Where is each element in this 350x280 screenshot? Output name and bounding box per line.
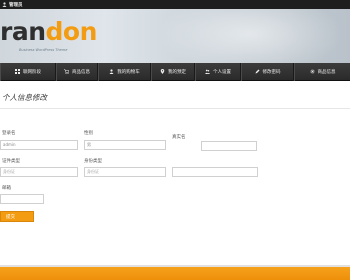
real-name-input[interactable] — [201, 141, 257, 151]
nav-item-7[interactable]: 商品信息 — [294, 63, 350, 81]
real-name-label: 真实名 — [172, 135, 186, 140]
identity-type-label: 身份类型 — [84, 159, 102, 164]
logo-text-part2: don — [45, 17, 98, 46]
email-input[interactable] — [0, 194, 44, 204]
gender-input[interactable]: 男 — [84, 140, 166, 150]
submit-button[interactable]: 提交 — [0, 211, 34, 222]
nav-item-label: 个人设置 — [213, 70, 231, 75]
id-type-label: 证件类型 — [2, 159, 20, 164]
nav-item-3[interactable]: 我的购物车 — [98, 63, 151, 81]
people-icon — [205, 69, 210, 76]
admin-link[interactable]: 管理员 — [9, 2, 23, 8]
nav-item-label: 我的购物车 — [117, 70, 140, 75]
gender-label: 性别 — [84, 131, 93, 136]
nav-item-1[interactable]: 联网阶段 — [0, 63, 56, 81]
grid-icon — [15, 68, 20, 76]
nav-item-label: 商品信息 — [317, 70, 336, 75]
id-type-input[interactable]: 身份证 — [0, 167, 78, 177]
user-icon — [109, 68, 114, 76]
logo-text-part1: ran — [0, 17, 46, 46]
nav-item-5[interactable]: 个人设置 — [195, 63, 241, 81]
identity-type-input[interactable]: 身份证 — [84, 167, 166, 177]
main-nav: 联网阶段 商品信息 我的购物车 我的预定 个人设置 修改密码 商品信息 — [0, 63, 350, 81]
user-icon — [2, 2, 7, 7]
cart-icon — [64, 68, 70, 76]
nav-item-6[interactable]: 修改密码 — [241, 63, 294, 81]
pin-icon — [160, 68, 165, 76]
page-title: 个人信息修改 — [2, 93, 47, 102]
top-bar: 管理员 — [0, 0, 350, 9]
email-label: 邮箱 — [2, 186, 11, 191]
gear-icon — [310, 69, 315, 76]
nav-item-label: 联网阶段 — [23, 70, 41, 75]
nav-item-label: 修改密码 — [262, 70, 281, 75]
banner-shine — [150, 9, 350, 63]
pencil-icon — [255, 69, 260, 76]
header-banner: ran don Business WordPress Theme — [0, 9, 350, 63]
title-divider — [0, 108, 350, 109]
nav-item-4[interactable]: 我的预定 — [151, 63, 195, 81]
nav-item-label: 我的预定 — [168, 70, 186, 75]
logo[interactable]: ran don Business WordPress Theme — [0, 18, 97, 58]
nav-item-label: 商品信息 — [72, 70, 90, 75]
nav-item-2[interactable]: 商品信息 — [56, 63, 98, 81]
logo-tagline: Business WordPress Theme — [19, 48, 68, 52]
login-name-label: 登录名 — [2, 131, 16, 136]
footer-bar — [0, 265, 350, 280]
extra-input[interactable] — [172, 167, 258, 177]
login-name-input[interactable]: admin — [0, 140, 78, 150]
